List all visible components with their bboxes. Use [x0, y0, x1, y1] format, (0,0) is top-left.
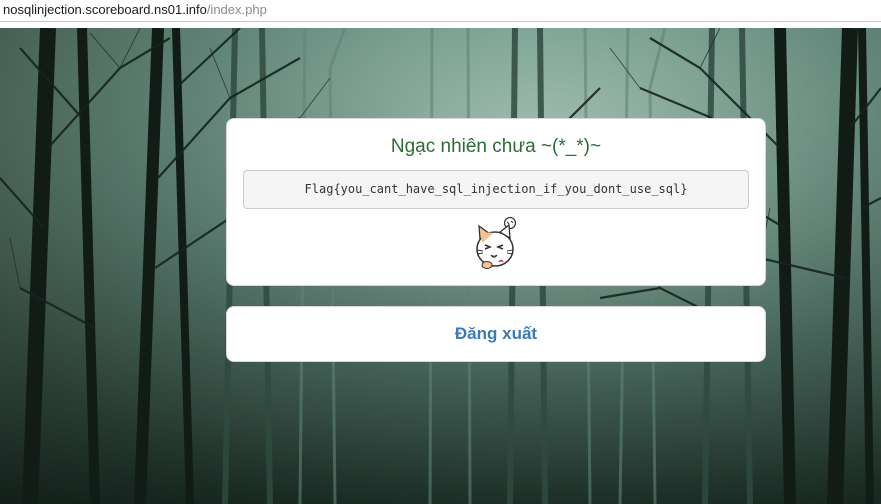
- logout-card: Đăng xuất: [226, 306, 766, 362]
- url-path: /index.php: [206, 2, 267, 17]
- result-card: Ngạc nhiên chưa ~(*_*)~ Flag{you_cant_ha…: [226, 118, 766, 286]
- result-heading: Ngạc nhiên chưa ~(*_*)~: [390, 136, 602, 157]
- url-host: nosqlinjection.scoreboard.ns01.info: [3, 2, 207, 17]
- address-bar[interactable]: nosqlinjection.scoreboard.ns01.info/inde…: [0, 0, 881, 22]
- surprised-cat-icon: [473, 216, 521, 273]
- logout-link[interactable]: Đăng xuất: [227, 307, 765, 361]
- flag-box: Flag{you_cant_have_sql_injection_if_you_…: [243, 170, 749, 209]
